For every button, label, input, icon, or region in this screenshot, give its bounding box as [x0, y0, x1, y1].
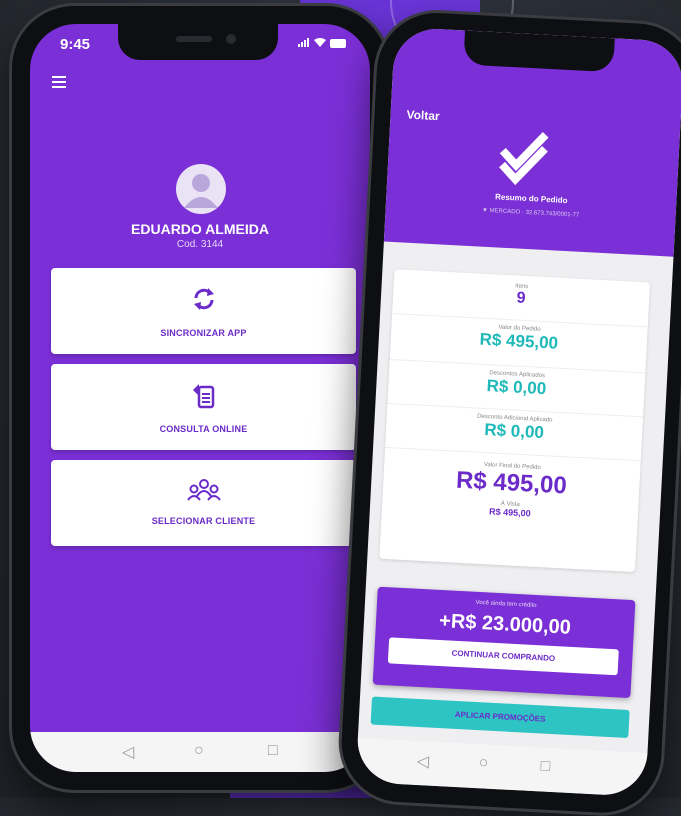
phone-right: Voltar Resumo do Pedido ▼ MERCADO · 32.6…: [338, 10, 681, 816]
summary-row-additional-discount: Desconto Adicional Aplicado R$ 0,00: [385, 408, 643, 462]
credit-box: Você ainda tem crédito +R$ 23.000,00 CON…: [372, 586, 636, 699]
speaker: [176, 36, 212, 42]
notch: [118, 24, 278, 60]
selecionar-cliente-label: SELECIONAR CLIENTE: [151, 516, 256, 526]
continue-shopping-button[interactable]: CONTINUAR COMPRANDO: [387, 637, 619, 676]
android-nav-bar: ◁ ○ □: [30, 732, 370, 772]
home-screen: 9:45 EDUARDO ALMEIDA Cod. 3144 SINCRONIZ…: [30, 24, 370, 772]
document-search-icon: [191, 384, 217, 417]
avatar: [176, 164, 226, 214]
profile-code: Cod. 3144: [176, 239, 224, 250]
sync-icon: [191, 286, 217, 317]
menu-icon[interactable]: [52, 76, 66, 91]
nav-back-icon[interactable]: ◁: [416, 751, 429, 772]
selecionar-cliente-button[interactable]: SELECIONAR CLIENTE: [51, 460, 356, 546]
battery-icon: [330, 38, 346, 48]
consulta-online-label: CONSULTA ONLINE: [159, 424, 248, 434]
summary-card: Itens 9 Valor do Pedido R$ 495,00 Descon…: [379, 269, 651, 573]
nav-home-icon[interactable]: ○: [478, 754, 489, 772]
wifi-icon: [314, 36, 326, 50]
order-summary-screen: Voltar Resumo do Pedido ▼ MERCADO · 32.6…: [355, 26, 681, 797]
status-time: 9:45: [60, 36, 91, 53]
status-icons: [298, 36, 346, 50]
sync-app-label: SINCRONIZAR APP: [160, 328, 247, 338]
camera: [226, 34, 236, 44]
sync-app-button[interactable]: SINCRONIZAR APP: [51, 268, 356, 354]
consulta-online-button[interactable]: CONSULTA ONLINE: [51, 364, 356, 450]
nav-recent-icon[interactable]: □: [268, 742, 278, 760]
summary-row-discounts: Descontos Aplicados R$ 0,00: [387, 364, 646, 418]
summary-header: Voltar Resumo do Pedido ▼ MERCADO · 32.6…: [383, 26, 681, 257]
profile-name: EDUARDO ALMEIDA: [131, 221, 269, 237]
signal-icon: [298, 36, 310, 50]
nav-back-icon[interactable]: ◁: [122, 742, 134, 762]
back-button[interactable]: Voltar: [406, 108, 440, 124]
apply-promotions-button[interactable]: APLICAR PROMOÇÕES: [370, 696, 630, 738]
nav-recent-icon[interactable]: □: [540, 757, 551, 775]
notch: [463, 30, 615, 73]
summary-row-final-value: Valor Final do Pedido R$ 495,00 À Vista …: [380, 457, 640, 560]
summary-row-order-value: Valor do Pedido R$ 495,00: [389, 319, 648, 374]
summary-row-items: Itens 9: [392, 277, 650, 328]
users-group-icon: [186, 478, 221, 507]
double-check-icon: [495, 124, 558, 192]
android-nav-bar: ◁ ○ □: [355, 737, 648, 797]
nav-home-icon[interactable]: ○: [194, 742, 204, 760]
phone-left: 9:45 EDUARDO ALMEIDA Cod. 3144 SINCRONIZ…: [12, 6, 388, 790]
